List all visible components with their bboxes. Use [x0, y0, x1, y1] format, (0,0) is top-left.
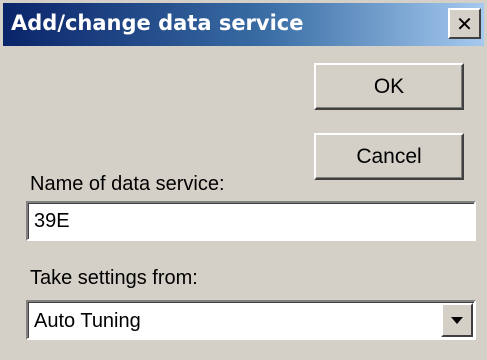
add-change-data-service-dialog: Add/change data service ✕ OK Cancel Name…	[0, 0, 487, 360]
name-of-data-service-input[interactable]	[28, 203, 474, 239]
dialog-title: Add/change data service	[11, 11, 304, 35]
close-icon: ✕	[456, 11, 473, 36]
dropdown-button[interactable]	[441, 303, 473, 337]
title-bar: Add/change data service ✕	[3, 3, 484, 46]
chevron-down-icon	[451, 316, 463, 324]
name-of-data-service-label: Name of data service:	[30, 173, 225, 195]
selected-setting-value: Auto Tuning	[34, 310, 141, 332]
close-button[interactable]: ✕	[448, 8, 481, 39]
take-settings-from-select[interactable]: Auto Tuning	[26, 300, 476, 340]
name-of-data-service-field[interactable]	[26, 201, 476, 241]
cancel-button[interactable]: Cancel	[314, 133, 464, 180]
ok-button[interactable]: OK	[314, 63, 464, 110]
take-settings-from-label: Take settings from:	[30, 267, 198, 289]
